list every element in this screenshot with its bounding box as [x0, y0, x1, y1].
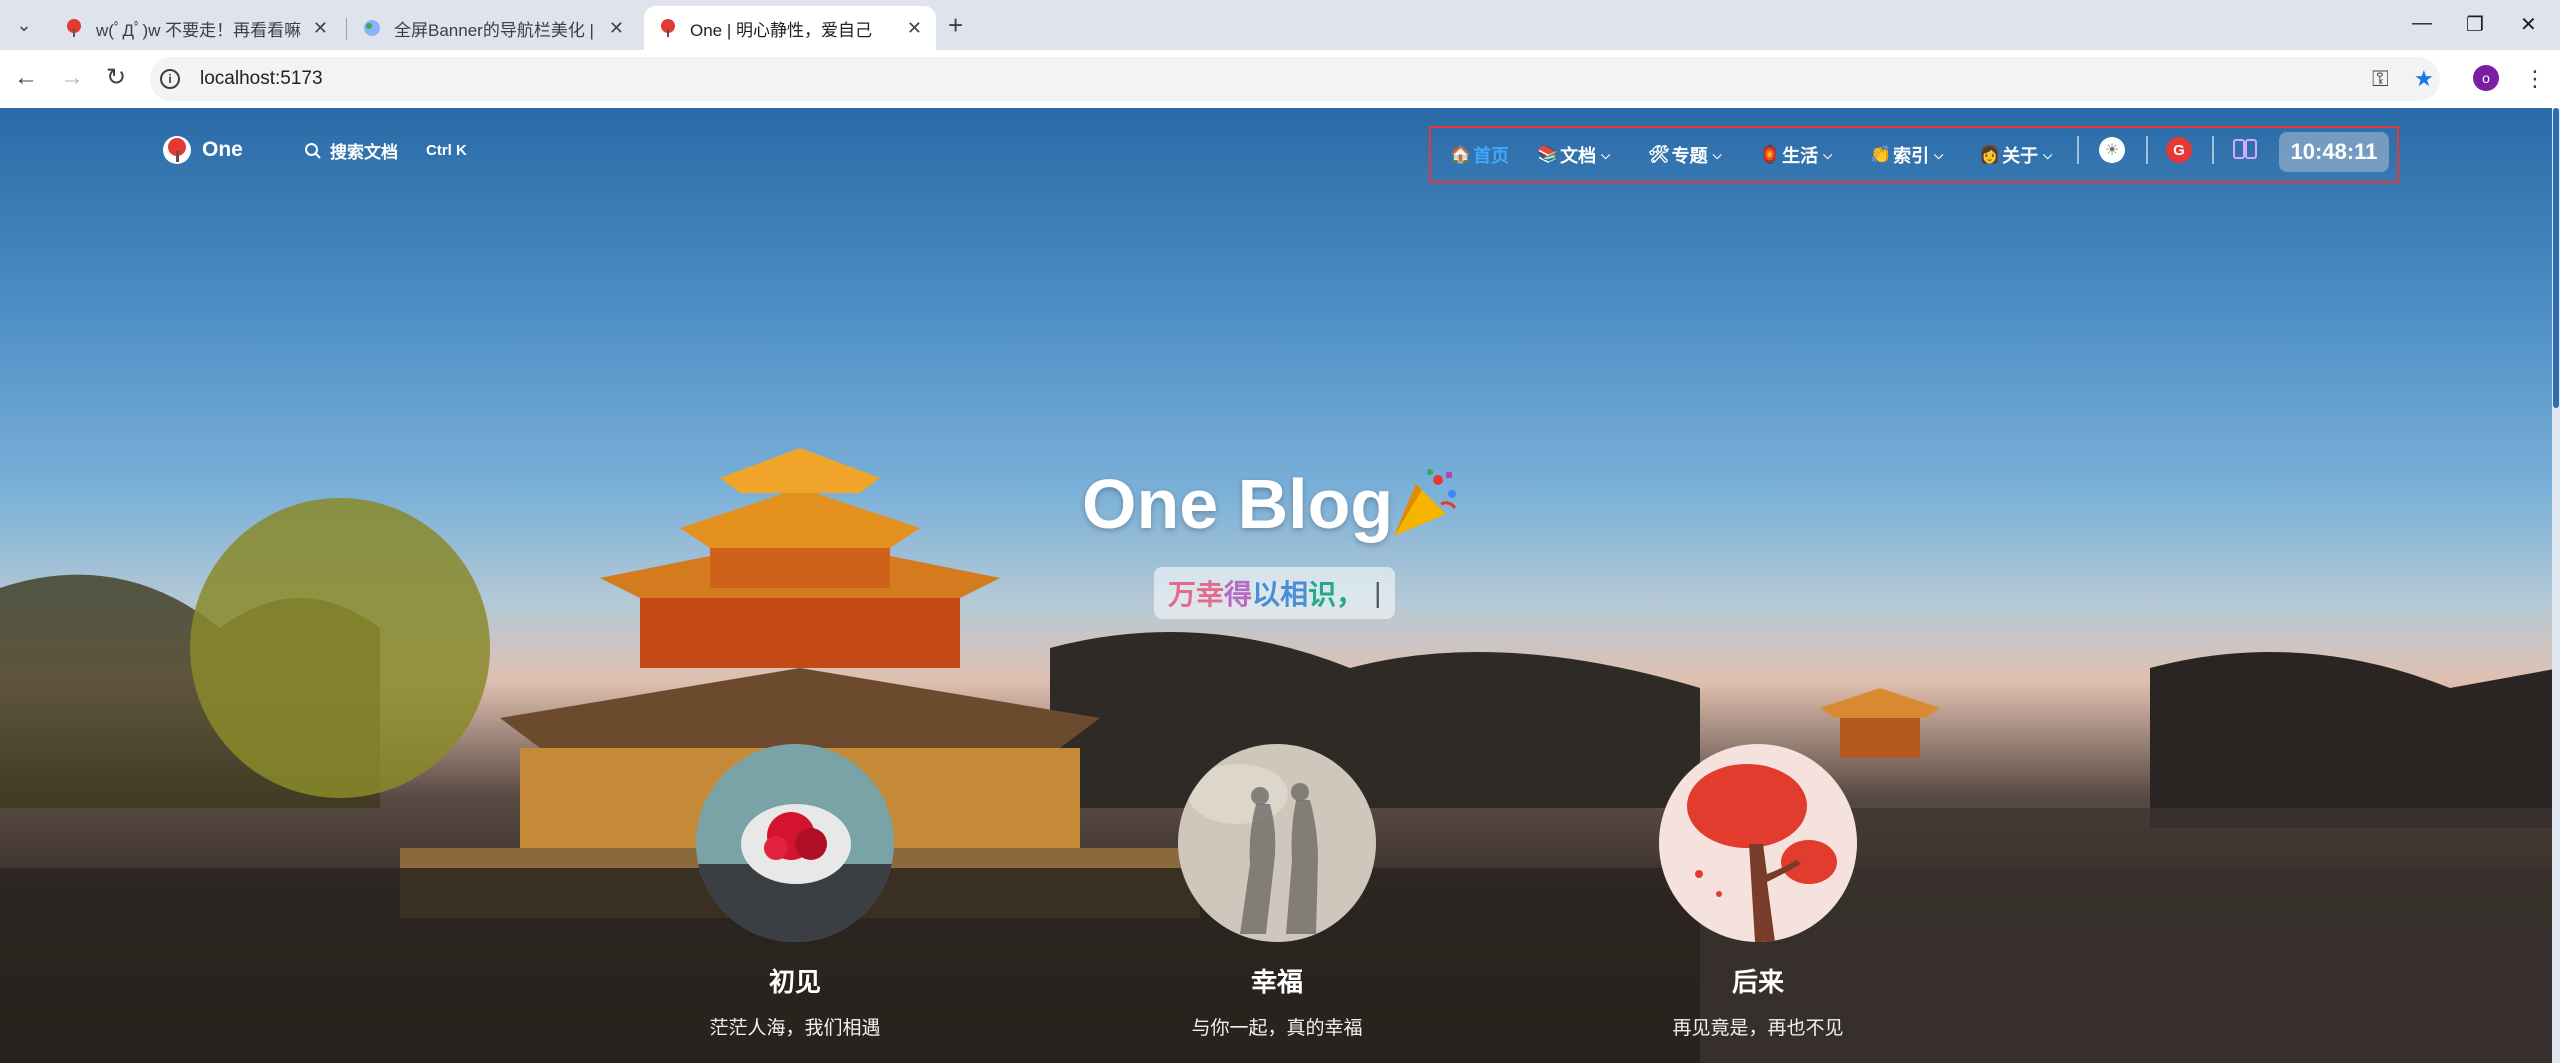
typewriter-motto: 万 幸 得 以 相 识 ， | [1154, 567, 1396, 619]
red-tree-illustration [1659, 744, 1857, 942]
search-shortcut-hint: Ctrl K [426, 142, 467, 159]
nav-label: 关于 [2002, 146, 2039, 166]
bookmark-star-icon[interactable]: ★ [2414, 66, 2434, 92]
tab-close-icon[interactable]: ✕ [313, 18, 328, 39]
theme-toggle-sun-icon[interactable]: ☀ [2099, 137, 2125, 163]
nav-item-home[interactable]: 🏠 首页 [1450, 142, 1509, 168]
minimize-icon[interactable]: — [2412, 12, 2432, 35]
reload-icon[interactable]: ↻ [106, 64, 126, 92]
card-title: 后来 [1731, 967, 1784, 997]
chevron-down-icon: ⌵ [1934, 147, 1944, 162]
blog-homepage: One 搜索文档 Ctrl K 🏠 首页 📚 文档 ⌵ 🛠 专题 ⌵ 🏮 生活 … [0, 108, 2560, 1063]
gitee-icon[interactable]: G [2166, 137, 2192, 163]
browser-tab-1[interactable]: w(ﾟДﾟ)w 不要走！再看看嘛！ ✕ [50, 6, 342, 50]
clapping-hands-icon: 👏 [1870, 145, 1892, 164]
card-description: 茫茫人海，我们相遇 [709, 1018, 881, 1039]
tab-title: w(ﾟДﾟ)w 不要走！再看看嘛！ [96, 20, 303, 40]
reading-mode-book-icon[interactable] [2233, 138, 2257, 160]
couple-shadow-photo [1178, 744, 1376, 942]
books-icon: 📚 [1537, 145, 1559, 164]
site-info-icon[interactable]: i [160, 69, 180, 89]
card-description: 再见竟是，再也不见 [1672, 1018, 1844, 1039]
nav-label: 文档 [1560, 146, 1597, 166]
feature-card-first-meet[interactable]: 初见 茫茫人海，我们相遇 [685, 744, 905, 1040]
card-description: 与你一起，真的幸福 [1191, 1018, 1363, 1039]
nav-label: 专题 [1671, 146, 1708, 166]
card-title: 初见 [768, 967, 821, 997]
page-scrollbar[interactable] [2552, 108, 2560, 1063]
feature-card-later[interactable]: 后来 再见竟是，再也不见 [1648, 744, 1868, 1040]
motto-char: 识 [1308, 579, 1337, 610]
browser-toolbar: ← → ↻ i localhost:5173 [0, 50, 2560, 108]
password-key-icon[interactable]: ⚿ [2372, 66, 2389, 92]
tab-search-chevron-icon[interactable]: ⌄ [8, 10, 40, 40]
search-docs-button[interactable]: 搜索文档 Ctrl K [304, 138, 467, 163]
nav-item-life[interactable]: 🏮 生活 ⌵ [1759, 142, 1832, 168]
flowers-photo [696, 744, 894, 942]
nav-divider [2212, 136, 2214, 164]
tab-close-icon[interactable]: ✕ [907, 18, 922, 39]
typing-caret: | [1374, 577, 1382, 608]
nav-divider [2077, 136, 2079, 164]
scrollbar-thumb[interactable] [2553, 108, 2559, 408]
forward-arrow-icon[interactable]: → [60, 64, 84, 92]
motto-char: 相 [1280, 579, 1309, 610]
motto-char: 以 [1252, 579, 1281, 610]
restore-icon[interactable]: ❐ [2466, 12, 2484, 37]
tree-favicon-icon [67, 19, 81, 37]
browser-tab-2[interactable]: 全屏Banner的导航栏美化 | [白 ✕ [348, 6, 638, 50]
motto-char: ， [1336, 579, 1365, 610]
tools-icon: 🛠 [1648, 145, 1670, 164]
nav-label: 生活 [1782, 146, 1819, 166]
site-logo[interactable]: One [162, 135, 243, 165]
search-label: 搜索文档 [330, 143, 398, 162]
motto-char: 得 [1224, 579, 1253, 610]
card-title: 幸福 [1250, 967, 1303, 997]
house-icon: 🏠 [1450, 145, 1472, 164]
browser-tab-3-active[interactable]: One | 明心静性，爱自己 ✕ [644, 6, 936, 50]
feature-card-happiness[interactable]: 幸福 与你一起，真的幸福 [1167, 744, 1387, 1040]
digital-clock: 10:48:11 [2279, 132, 2389, 172]
tree-favicon-icon [661, 19, 675, 37]
lantern-icon: 🏮 [1759, 145, 1781, 164]
nav-item-about[interactable]: 👩 关于 ⌵ [1979, 142, 2052, 168]
motto-char: 幸 [1196, 579, 1225, 610]
profile-avatar[interactable]: o [2473, 65, 2499, 91]
site-name: One [202, 138, 243, 161]
nav-divider [2146, 136, 2148, 164]
nav-label: 索引 [1893, 146, 1930, 166]
browser-tab-strip: ⌄ w(ﾟДﾟ)w 不要走！再看看嘛！ ✕ 全屏Banner的导航栏美化 | [… [0, 0, 2560, 50]
chevron-down-icon: ⌵ [1601, 147, 1611, 162]
kebab-menu-icon[interactable]: ⋮ [2524, 66, 2546, 92]
hero-title: One Blog [1082, 465, 1394, 543]
person-icon: 👩 [1979, 145, 2001, 164]
globe-favicon-icon [364, 20, 380, 36]
tree-logo-icon [163, 136, 191, 164]
tab-title: One | 明心静性，爱自己 [690, 20, 872, 40]
nav-item-docs[interactable]: 📚 文档 ⌵ [1537, 142, 1610, 168]
tab-divider [346, 18, 347, 40]
back-arrow-icon[interactable]: ← [14, 64, 38, 92]
nav-label: 首页 [1473, 146, 1510, 166]
search-icon [305, 142, 321, 159]
tab-close-icon[interactable]: ✕ [609, 18, 624, 39]
nav-item-index[interactable]: 👏 索引 ⌵ [1870, 142, 1943, 168]
motto-char: 万 [1168, 579, 1197, 610]
new-tab-plus-icon[interactable]: + [948, 12, 963, 38]
address-url[interactable]: localhost:5173 [200, 68, 323, 90]
tab-title: 全屏Banner的导航栏美化 | [白 [394, 20, 599, 40]
nav-item-topics[interactable]: 🛠 专题 ⌵ [1648, 142, 1722, 168]
address-bar[interactable]: i localhost:5173 [150, 57, 2440, 101]
chevron-down-icon: ⌵ [2043, 147, 2053, 162]
chevron-down-icon: ⌵ [1712, 147, 1722, 162]
window-close-icon[interactable]: ✕ [2520, 12, 2537, 37]
party-popper-icon [1394, 469, 1457, 536]
chevron-down-icon: ⌵ [1823, 147, 1833, 162]
